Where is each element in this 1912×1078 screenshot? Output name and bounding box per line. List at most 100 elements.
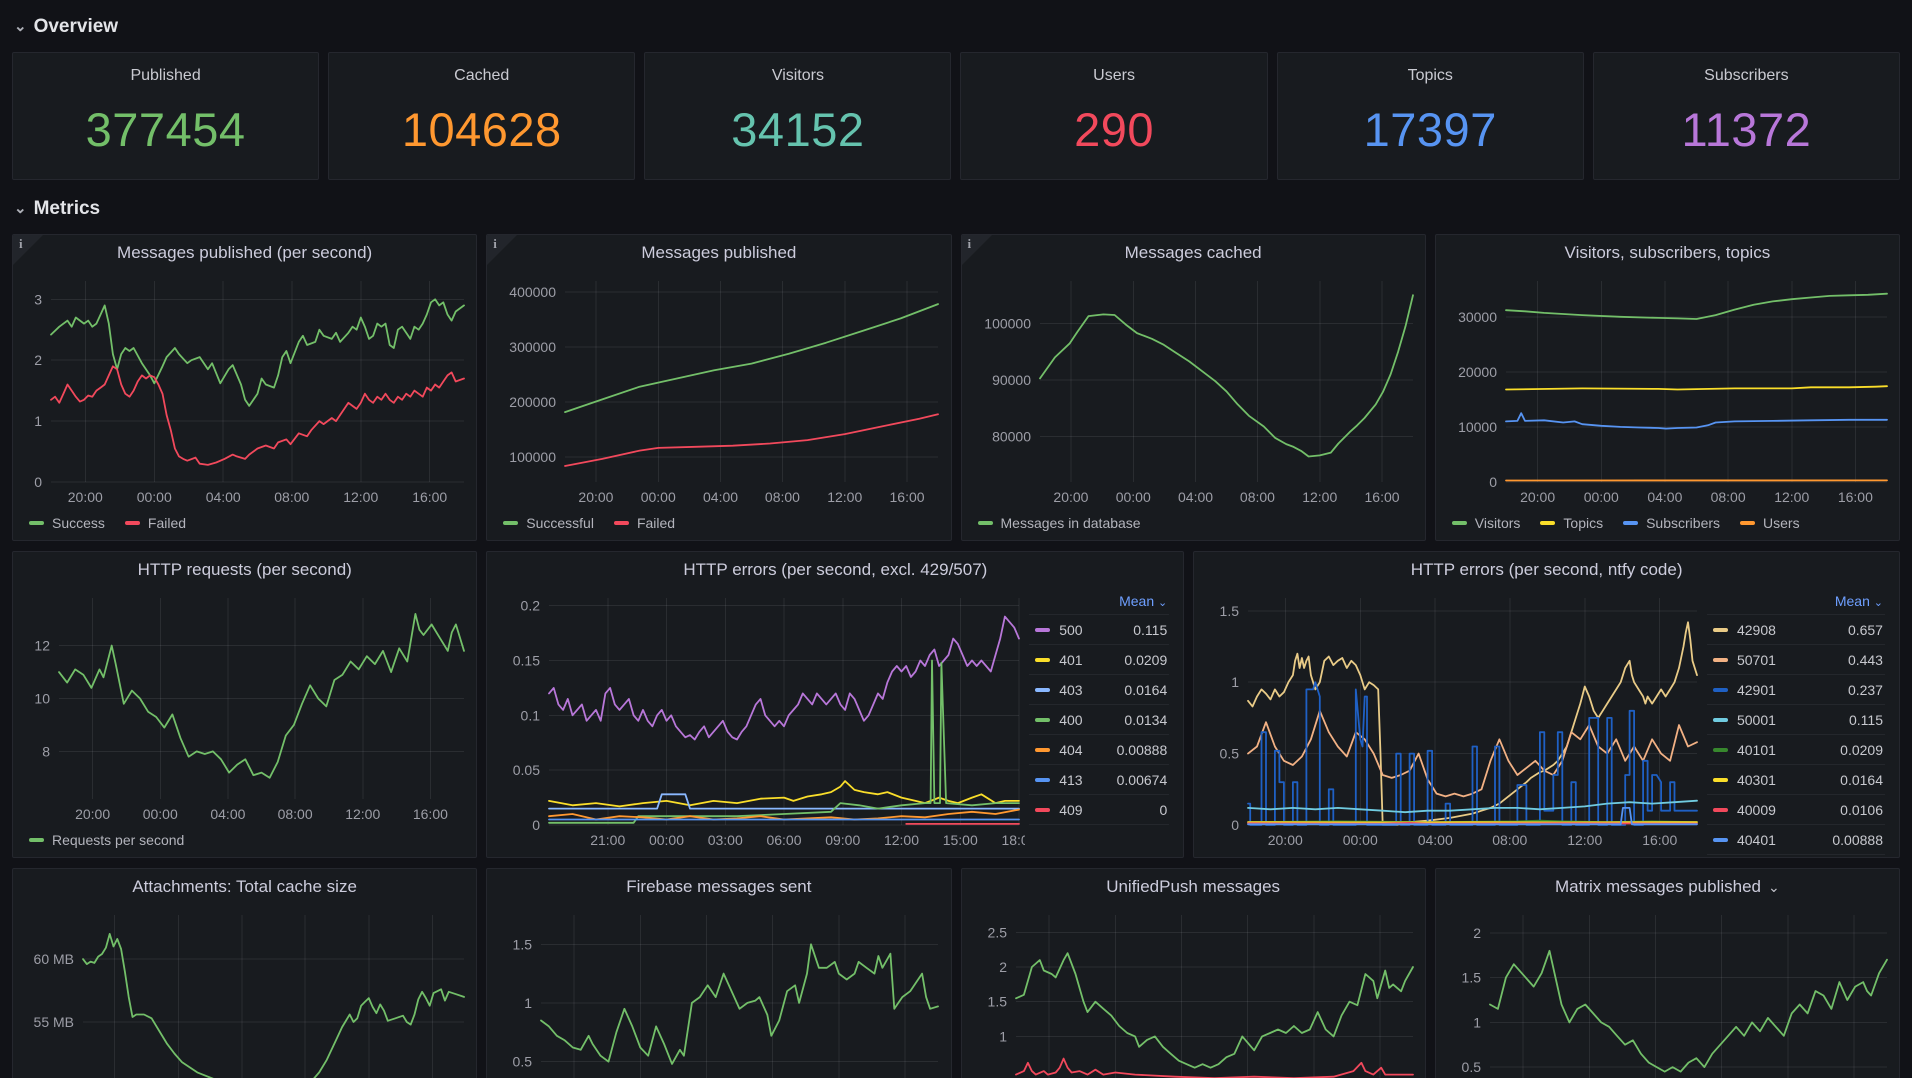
panel-title[interactable]: Firebase messages sent xyxy=(487,869,950,905)
panel-title[interactable]: HTTP requests (per second) xyxy=(13,552,476,588)
svg-text:04:00: 04:00 xyxy=(1418,832,1453,848)
chart-canvas[interactable]: 20:0000:0004:0008:0012:0016:0000.511.5 xyxy=(1198,588,1703,853)
chart-canvas[interactable]: 20:0000:0004:0008:0012:0016:000123 xyxy=(17,271,470,510)
svg-text:0.15: 0.15 xyxy=(513,653,540,669)
legend-item[interactable]: Messages in database xyxy=(978,515,1141,531)
overview-stats-row: Published 377454 Cached 104628 Visitors … xyxy=(12,52,1900,180)
panel-title[interactable]: HTTP errors (per second, ntfy code) xyxy=(1194,552,1899,588)
legend-item[interactable]: Successful xyxy=(503,515,594,531)
svg-text:21:00: 21:00 xyxy=(591,832,626,848)
legend-item[interactable]: Requests per second xyxy=(29,832,184,848)
legend-series-name: 40101 xyxy=(1737,742,1776,758)
svg-text:00:00: 00:00 xyxy=(641,489,676,505)
legend-item[interactable]: Success xyxy=(29,515,105,531)
legend-item[interactable]: 4090 xyxy=(1029,795,1169,825)
legend-item[interactable]: Failed xyxy=(125,515,186,531)
legend-item[interactable]: 404010.00888 xyxy=(1707,825,1885,855)
legend-item[interactable]: 429010.237 xyxy=(1707,675,1885,705)
legend-mean-value: 0.00888 xyxy=(1832,832,1883,848)
svg-text:16:00: 16:00 xyxy=(1838,489,1873,505)
legend-swatch xyxy=(29,838,44,842)
legend-swatch xyxy=(1452,521,1467,525)
chart-canvas[interactable]: 20:0000:0004:0008:0012:0016:000.511.5 xyxy=(491,905,944,1078)
svg-text:100000: 100000 xyxy=(984,315,1031,331)
chart-legend: Visitors Topics Subscribers Users xyxy=(1440,510,1893,536)
svg-text:08:00: 08:00 xyxy=(1710,489,1745,505)
legend-item[interactable]: Failed xyxy=(614,515,675,531)
svg-text:03:00: 03:00 xyxy=(708,832,743,848)
panel-title[interactable]: Matrix messages published xyxy=(1436,869,1899,905)
legend-swatch xyxy=(1035,628,1050,632)
svg-text:00:00: 00:00 xyxy=(1115,489,1150,505)
stat-value: 34152 xyxy=(731,79,864,179)
chart-canvas[interactable]: 20:0000:0004:0008:0012:0016:0081012 xyxy=(17,588,470,827)
legend-item[interactable]: Topics xyxy=(1540,515,1603,531)
section-header-metrics[interactable]: Metrics xyxy=(14,196,1900,222)
panel-visitors-subscribers-topics: Visitors, subscribers, topics 20:0000:00… xyxy=(1435,234,1900,541)
chart-canvas[interactable]: 20:0000:0004:0008:0012:0016:008000090000… xyxy=(966,271,1419,510)
legend-swatch xyxy=(1035,748,1050,752)
legend-item[interactable]: 4130.00674 xyxy=(1029,765,1169,795)
legend-mean-value: 0.0164 xyxy=(1124,682,1167,698)
legend-series-name: 40009 xyxy=(1737,802,1776,818)
panel-title[interactable]: HTTP errors (per second, excl. 429/507) xyxy=(487,552,1183,588)
legend-swatch xyxy=(125,521,140,525)
panel-title[interactable]: Visitors, subscribers, topics xyxy=(1436,235,1899,271)
svg-text:12:00: 12:00 xyxy=(884,832,919,848)
panel-title[interactable]: Attachments: Total cache size xyxy=(13,869,476,905)
legend-swatch xyxy=(1740,521,1755,525)
info-icon[interactable] xyxy=(487,235,517,265)
panel-http-errors-excl: HTTP errors (per second, excl. 429/507) … xyxy=(486,551,1184,858)
legend-item[interactable]: 403010.0164 xyxy=(1707,765,1885,795)
chart-canvas[interactable]: 20:0000:0004:0008:0012:0016:0011.522.5 xyxy=(966,905,1419,1078)
svg-text:00:00: 00:00 xyxy=(649,832,684,848)
svg-text:1: 1 xyxy=(999,1028,1007,1044)
info-icon[interactable] xyxy=(962,235,992,265)
panel-messages-cached: Messages cached 20:0000:0004:0008:0012:0… xyxy=(961,234,1426,541)
legend-item[interactable]: 4010.0209 xyxy=(1029,645,1169,675)
svg-text:1: 1 xyxy=(1231,674,1239,690)
chart-canvas[interactable]: 20:0000:0004:0008:0012:0016:000100002000… xyxy=(1440,271,1893,510)
legend-item[interactable]: 400090.0106 xyxy=(1707,795,1885,825)
chart-canvas[interactable]: 20:0000:0004:0008:0012:0016:001000002000… xyxy=(491,271,944,510)
chart-canvas[interactable]: 20:0000:0004:0008:0012:0016:0055 MB60 MB xyxy=(17,905,470,1078)
panel-title[interactable]: Messages published (per second) xyxy=(13,235,476,271)
panel-title[interactable]: UnifiedPush messages xyxy=(962,869,1425,905)
chart-legend: Successful Failed xyxy=(491,510,944,536)
legend-item[interactable]: 429080.657 xyxy=(1707,615,1885,645)
panel-title[interactable]: Messages published xyxy=(487,235,950,271)
svg-text:1.5: 1.5 xyxy=(513,936,533,952)
legend-swatch xyxy=(1713,718,1728,722)
panel-http-requests-rate: HTTP requests (per second) 20:0000:0004:… xyxy=(12,551,477,858)
legend-sort-mean[interactable]: Mean xyxy=(1029,590,1169,615)
panel-title-text: HTTP requests (per second) xyxy=(138,560,352,580)
legend-item[interactable]: Users xyxy=(1740,515,1800,531)
legend-mean-value: 0.115 xyxy=(1849,712,1883,728)
svg-text:00:00: 00:00 xyxy=(137,489,172,505)
legend-item[interactable]: 4030.0164 xyxy=(1029,675,1169,705)
svg-text:20:00: 20:00 xyxy=(1520,489,1555,505)
panel-messages-published-rate: Messages published (per second) 20:00 00:… xyxy=(12,234,477,541)
legend-item[interactable]: 4040.00888 xyxy=(1029,735,1169,765)
legend-swatch xyxy=(1713,808,1728,812)
legend-item[interactable]: 4000.0134 xyxy=(1029,705,1169,735)
legend-item[interactable]: 5000.115 xyxy=(1029,615,1169,645)
chart-canvas[interactable]: 20:0000:0004:0008:0012:0016:000.511.52 xyxy=(1440,905,1893,1078)
legend-sort-mean[interactable]: Mean xyxy=(1707,590,1885,615)
svg-text:20:00: 20:00 xyxy=(68,489,103,505)
legend-series-name: 404 xyxy=(1059,742,1082,758)
panel-title[interactable]: Messages cached xyxy=(962,235,1425,271)
legend-item[interactable]: Subscribers xyxy=(1623,515,1720,531)
legend-item[interactable]: 500010.115 xyxy=(1707,705,1885,735)
svg-text:2: 2 xyxy=(34,352,42,368)
svg-text:0: 0 xyxy=(34,474,42,490)
info-icon[interactable] xyxy=(13,235,43,265)
chart-plot: 21:0000:0003:0006:0009:0012:0015:0018:00… xyxy=(491,588,1025,853)
legend-item[interactable]: 401010.0209 xyxy=(1707,735,1885,765)
svg-text:0.5: 0.5 xyxy=(513,1054,533,1070)
legend-item[interactable]: 507010.443 xyxy=(1707,645,1885,675)
legend-item[interactable]: Visitors xyxy=(1452,515,1521,531)
section-header-overview[interactable]: Overview xyxy=(14,14,1900,40)
chart-canvas[interactable]: 21:0000:0003:0006:0009:0012:0015:0018:00… xyxy=(491,588,1025,853)
chart-plot: 20:0000:0004:0008:0012:0016:000.511.52 xyxy=(1440,905,1893,1078)
